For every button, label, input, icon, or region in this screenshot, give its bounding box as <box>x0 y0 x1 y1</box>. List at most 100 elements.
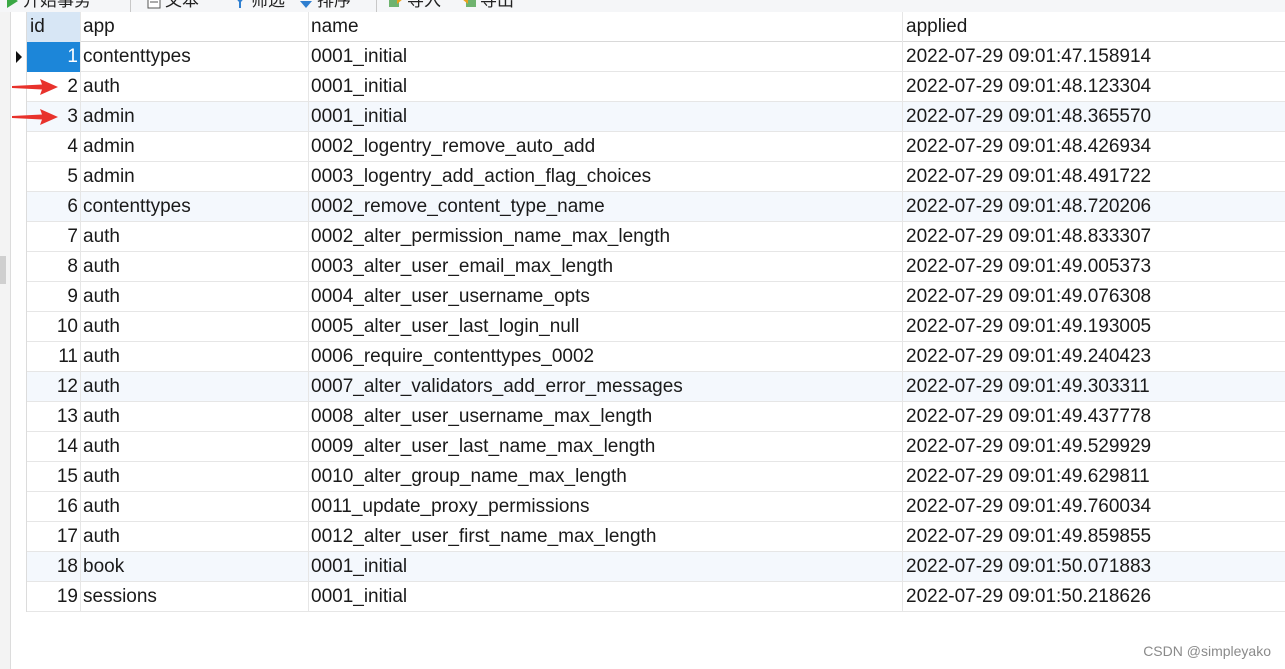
row-selector[interactable] <box>11 522 27 552</box>
row-selector-header[interactable] <box>11 12 27 42</box>
table-row[interactable]: 16 auth 0011_update_proxy_permissions 2022-… <box>11 492 1285 522</box>
table-row[interactable]: 9 auth 0004_alter_user_username_opts 2022-0… <box>11 282 1285 312</box>
cell-id[interactable]: 1 <box>27 42 81 72</box>
cell-name[interactable]: 0002_logentry_remove_auto_add <box>309 132 903 162</box>
column-header-name[interactable]: name <box>309 12 903 42</box>
row-selector[interactable] <box>11 222 27 252</box>
cell-applied[interactable]: 2022-07-29 09:01:48.833307 <box>903 222 1285 252</box>
cell-id[interactable]: 4 <box>27 132 81 162</box>
cell-name[interactable]: 0003_alter_user_email_max_length <box>309 252 903 282</box>
cell-name[interactable]: 0002_remove_content_type_name <box>309 192 903 222</box>
cell-app[interactable]: auth <box>81 522 309 552</box>
column-header-app[interactable]: app <box>81 12 309 42</box>
row-selector[interactable] <box>11 402 27 432</box>
cell-name[interactable]: 0011_update_proxy_permissions <box>309 492 903 522</box>
cell-name[interactable]: 0007_alter_validators_add_error_messages <box>309 372 903 402</box>
cell-applied[interactable]: 2022-07-29 09:01:49.240423 <box>903 342 1285 372</box>
cell-app[interactable]: admin <box>81 132 309 162</box>
cell-app[interactable]: auth <box>81 312 309 342</box>
cell-name[interactable]: 0012_alter_user_first_name_max_length <box>309 522 903 552</box>
row-selector[interactable] <box>11 372 27 402</box>
table-row[interactable]: 11 auth 0006_require_contenttypes_0002 2022… <box>11 342 1285 372</box>
cell-id[interactable]: 15 <box>27 462 81 492</box>
cell-applied[interactable]: 2022-07-29 09:01:49.859855 <box>903 522 1285 552</box>
splitter-handle[interactable] <box>0 256 6 284</box>
column-header-applied[interactable]: applied <box>903 12 1285 42</box>
cell-app[interactable]: sessions <box>81 582 309 612</box>
cell-id[interactable]: 11 <box>27 342 81 372</box>
cell-id[interactable]: 19 <box>27 582 81 612</box>
cell-id[interactable]: 18 <box>27 552 81 582</box>
row-selector[interactable] <box>11 162 27 192</box>
table-row[interactable]: 12 auth 0007_alter_validators_add_error_me… <box>11 372 1285 402</box>
row-selector[interactable] <box>11 132 27 162</box>
cell-id[interactable]: 5 <box>27 162 81 192</box>
cell-id[interactable]: 9 <box>27 282 81 312</box>
cell-app[interactable]: auth <box>81 222 309 252</box>
cell-name[interactable]: 0005_alter_user_last_login_null <box>309 312 903 342</box>
cell-name[interactable]: 0001_initial <box>309 42 903 72</box>
cell-name[interactable]: 0002_alter_permission_name_max_length <box>309 222 903 252</box>
cell-name[interactable]: 0003_logentry_add_action_flag_choices <box>309 162 903 192</box>
table-row[interactable]: 3 admin 0001_initial 2022-07-29 09:01:48.36… <box>11 102 1285 132</box>
cell-applied[interactable]: 2022-07-29 09:01:49.529929 <box>903 432 1285 462</box>
toolbar-import[interactable]: 导入 <box>388 0 441 11</box>
cell-name[interactable]: 0009_alter_user_last_name_max_length <box>309 432 903 462</box>
cell-applied[interactable]: 2022-07-29 09:01:49.193005 <box>903 312 1285 342</box>
cell-name[interactable]: 0004_alter_user_username_opts <box>309 282 903 312</box>
cell-applied[interactable]: 2022-07-29 09:01:50.071883 <box>903 552 1285 582</box>
cell-app[interactable]: auth <box>81 282 309 312</box>
cell-applied[interactable]: 2022-07-29 09:01:50.218626 <box>903 582 1285 612</box>
cell-name[interactable]: 0001_initial <box>309 552 903 582</box>
row-selector[interactable] <box>11 492 27 522</box>
cell-name[interactable]: 0006_require_contenttypes_0002 <box>309 342 903 372</box>
cell-id[interactable]: 8 <box>27 252 81 282</box>
cell-applied[interactable]: 2022-07-29 09:01:48.365570 <box>903 102 1285 132</box>
cell-app[interactable]: contenttypes <box>81 192 309 222</box>
table-row[interactable]: 19 sessions 0001_initial 2022-07-29 09:01:5… <box>11 582 1285 612</box>
cell-id[interactable]: 12 <box>27 372 81 402</box>
cell-app[interactable]: auth <box>81 402 309 432</box>
cell-applied[interactable]: 2022-07-29 09:01:49.005373 <box>903 252 1285 282</box>
row-selector[interactable] <box>11 282 27 312</box>
toolbar-filter[interactable]: 筛选 <box>232 0 285 11</box>
table-row[interactable]: 2 auth 0001_initial 2022-07-29 09:01:48.123… <box>11 72 1285 102</box>
toolbar-text[interactable]: 文本 <box>146 0 199 11</box>
table-row[interactable]: 7 auth 0002_alter_permission_name_max_leng… <box>11 222 1285 252</box>
cell-id[interactable]: 13 <box>27 402 81 432</box>
column-header-id[interactable]: id <box>27 12 81 42</box>
table-row[interactable]: 13 auth 0008_alter_user_username_max_lengt… <box>11 402 1285 432</box>
table-row[interactable]: 18 book 0001_initial 2022-07-29 09:01:50.07… <box>11 552 1285 582</box>
cell-app[interactable]: auth <box>81 72 309 102</box>
row-selector[interactable] <box>11 252 27 282</box>
cell-applied[interactable]: 2022-07-29 09:01:48.426934 <box>903 132 1285 162</box>
table-row[interactable]: 10 auth 0005_alter_user_last_login_null 202… <box>11 312 1285 342</box>
table-row[interactable]: 15 auth 0010_alter_group_name_max_length 20… <box>11 462 1285 492</box>
cell-applied[interactable]: 2022-07-29 09:01:49.760034 <box>903 492 1285 522</box>
cell-name[interactable]: 0001_initial <box>309 72 903 102</box>
cell-app[interactable]: auth <box>81 462 309 492</box>
cell-id[interactable]: 17 <box>27 522 81 552</box>
cell-applied[interactable]: 2022-07-29 09:01:49.629811 <box>903 462 1285 492</box>
cell-applied[interactable]: 2022-07-29 09:01:49.303311 <box>903 372 1285 402</box>
cell-app[interactable]: auth <box>81 492 309 522</box>
cell-applied[interactable]: 2022-07-29 09:01:49.437778 <box>903 402 1285 432</box>
cell-applied[interactable]: 2022-07-29 09:01:48.123304 <box>903 72 1285 102</box>
table-row[interactable]: 17 auth 0012_alter_user_first_name_max_len… <box>11 522 1285 552</box>
cell-app[interactable]: contenttypes <box>81 42 309 72</box>
cell-id[interactable]: 7 <box>27 222 81 252</box>
table-row[interactable]: 5 admin 0003_logentry_add_action_flag_choi… <box>11 162 1285 192</box>
row-selector[interactable] <box>11 42 27 72</box>
cell-applied[interactable]: 2022-07-29 09:01:48.720206 <box>903 192 1285 222</box>
row-selector[interactable] <box>11 432 27 462</box>
cell-name[interactable]: 0001_initial <box>309 102 903 132</box>
cell-id[interactable]: 16 <box>27 492 81 522</box>
cell-name[interactable]: 0010_alter_group_name_max_length <box>309 462 903 492</box>
toolbar-sort[interactable]: 排序 <box>298 0 351 11</box>
cell-applied[interactable]: 2022-07-29 09:01:49.076308 <box>903 282 1285 312</box>
cell-id[interactable]: 6 <box>27 192 81 222</box>
toolbar-begin-transaction[interactable]: 开始事务 <box>4 0 91 11</box>
cell-app[interactable]: auth <box>81 372 309 402</box>
cell-app[interactable]: auth <box>81 342 309 372</box>
row-selector[interactable] <box>11 312 27 342</box>
